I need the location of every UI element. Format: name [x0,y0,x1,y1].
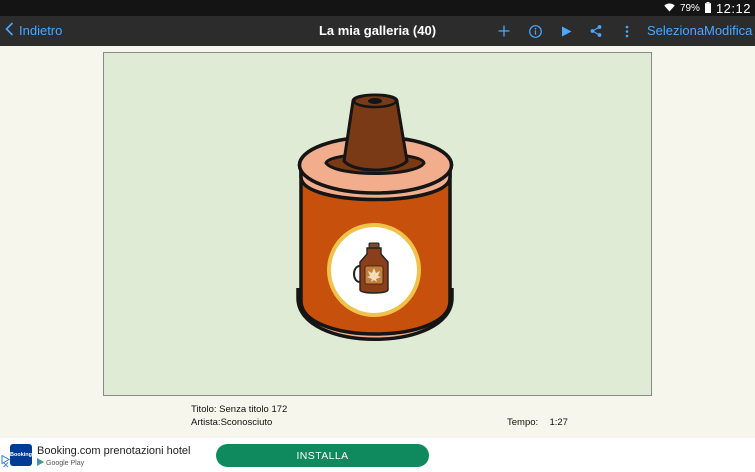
clock: 12:12 [715,1,751,16]
time-label: Tempo: [507,417,539,428]
top-nav-bar: Indietro La mia galleria (40) Seleziona … [0,16,755,46]
play-icon[interactable] [556,21,576,41]
close-icon[interactable]: ✕ [2,461,10,470]
ad-choices-icon[interactable] [1,451,11,465]
battery-icon [704,1,711,16]
toolbar-icons [0,21,755,41]
artwork-canvas[interactable] [103,52,652,396]
wifi-icon [664,3,675,15]
ad-title[interactable]: Booking.com prenotazioni hotel [37,445,190,457]
select-button[interactable]: Seleziona [647,23,704,38]
plus-icon[interactable] [494,21,514,41]
store-label: Google Play [46,459,85,467]
syrup-dispenser-drawing [296,93,454,341]
info-icon[interactable] [525,21,545,41]
title-label: Titolo: [191,404,217,415]
artist-value: Sconosciuto [220,417,273,428]
status-bar: 79% 12:12 [0,0,755,16]
google-play-icon [37,458,44,468]
artist-label: Artista: [191,417,221,428]
title-value: Senza titolo 172 [219,404,288,415]
title-row: Titolo: Senza titolo 172 [191,404,287,415]
booking-logo: Booking [10,444,32,466]
share-icon[interactable] [586,21,606,41]
time-value: 1:27 [549,417,568,428]
artist-row: Artista:Sconosciuto [191,417,272,428]
install-button[interactable]: INSTALLA [216,444,429,467]
edit-button[interactable]: Modifica [704,23,752,38]
more-vert-icon[interactable] [617,21,637,41]
ad-banner[interactable]: ✕ Booking Booking.com prenotazioni hotel… [0,438,755,472]
battery-percent: 79% [679,3,700,14]
ad-store-badge: Google Play [37,458,84,468]
time-row: Tempo: 1:27 [507,417,568,428]
